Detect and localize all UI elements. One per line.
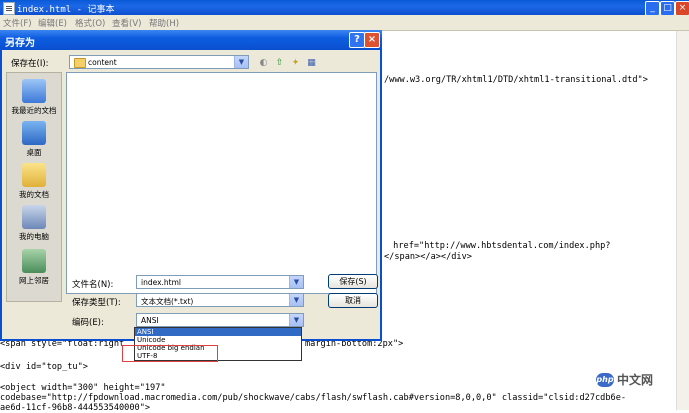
up-folder-icon[interactable]: ⇧ [274,58,285,69]
menu-help[interactable]: 帮助(H) [149,17,179,29]
place-network-label: 网上邻居 [19,276,49,285]
my-computer-icon [22,205,46,229]
encoding-label: 编码(E): [72,318,104,328]
save-in-label: 保存在(I): [11,59,49,69]
menu-edit[interactable]: 编辑(E) [38,17,67,29]
save-in-combo[interactable]: content ▼ [69,55,249,69]
encoding-value: ANSI [141,316,159,325]
place-desktop[interactable]: 桌面 [7,121,61,158]
place-desktop-label: 桌面 [26,148,42,157]
encoding-option-ansi[interactable]: ANSI [135,328,301,336]
cancel-button[interactable]: 取消 [328,293,378,308]
notepad-title: index.html - 记事本 [17,5,115,15]
place-mycomputer[interactable]: 我的电脑 [7,205,61,242]
chevron-down-icon[interactable]: ▼ [234,56,248,68]
code-line: <div id="top_tu"> [0,362,88,372]
file-list-view[interactable] [66,72,377,294]
back-icon[interactable]: ◐ [258,58,269,69]
save-as-dialog: 另存为 ? × 保存在(I): content ▼ ◐ ⇧ ✦ ▦ 我最近的文档… [0,30,382,341]
savetype-value: 文本文档(*.txt) [141,297,194,306]
filename-input[interactable]: index.html ▼ [136,275,304,289]
place-recent[interactable]: 我最近的文档 [7,79,61,116]
code-line: /www.w3.org/TR/xhtml1/DTD/xhtml1-transit… [384,75,648,85]
code-line: ae6d-11cf-96b8-444553540000"> [0,403,151,413]
place-mydocs[interactable]: 我的文档 [7,163,61,200]
network-places-icon [22,249,46,273]
filename-label: 文件名(N): [72,280,114,290]
place-mydocs-label: 我的文档 [19,190,49,199]
code-line: href="http://www.hbtsdental.com/index.ph… [388,241,611,251]
code-line: codebase="http://fpdownload.macromedia.c… [0,393,627,403]
menu-format[interactable]: 格式(O) [75,17,105,29]
recent-documents-icon [22,79,46,103]
watermark-text: 中文网 [617,373,654,387]
notepad-titlebar[interactable]: index.html - 记事本 _ □ × [0,0,689,16]
vertical-scrollbar[interactable] [676,31,689,410]
place-network[interactable]: 网上邻居 [7,249,61,286]
dialog-close-button[interactable]: × [364,32,380,48]
encoding-combo[interactable]: ANSI ▼ [136,313,304,327]
menubar: 文件(F) 编辑(E) 格式(O) 查看(V) 帮助(H) [0,15,689,31]
filename-value: index.html [141,278,181,287]
my-documents-icon [22,163,46,187]
place-mycomputer-label: 我的电脑 [19,232,49,241]
dialog-help-button[interactable]: ? [349,32,365,48]
maximize-button[interactable]: □ [660,1,675,16]
folder-icon [74,58,86,68]
places-bar: 我最近的文档 桌面 我的文档 我的电脑 网上邻居 [6,72,62,302]
encoding-option-unicode[interactable]: Unicode [135,336,301,344]
chevron-down-icon[interactable]: ▼ [289,276,303,288]
watermark: php 中文网 [596,371,653,388]
menu-view[interactable]: 查看(V) [112,17,141,29]
menu-file[interactable]: 文件(F) [3,17,32,29]
highlight-box [122,345,218,362]
new-folder-icon[interactable]: ✦ [290,58,301,69]
savetype-combo[interactable]: 文本文档(*.txt) ▼ [136,293,304,307]
view-menu-icon[interactable]: ▦ [306,58,317,69]
chevron-down-icon[interactable]: ▼ [289,294,303,306]
minimize-button[interactable]: _ [645,1,660,16]
chevron-down-icon[interactable]: ▼ [289,314,303,326]
code-line: <object width="300" height="197" [0,383,166,393]
close-button[interactable]: × [675,1,689,16]
place-recent-label: 我最近的文档 [11,106,57,115]
dialog-title: 另存为 [5,38,35,49]
save-in-value: content [88,58,117,67]
code-line: </span></a></div> [384,252,472,262]
savetype-label: 保存类型(T): [72,298,121,308]
notepad-app-icon [3,2,15,15]
save-button[interactable]: 保存(S) [328,274,378,289]
php-logo-icon: php [596,372,614,387]
desktop-icon [22,121,46,145]
dialog-titlebar[interactable]: 另存为 ? × [0,30,382,50]
